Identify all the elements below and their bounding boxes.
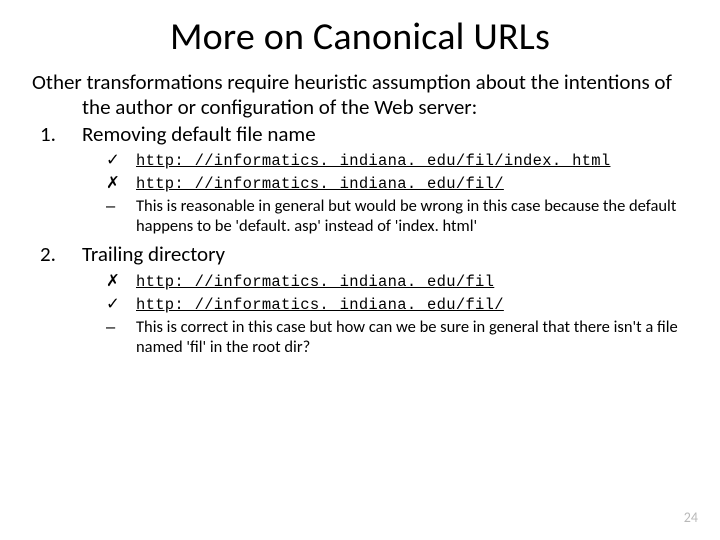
sub-list: ✓ http: //informatics. indiana. edu/fil/…	[32, 150, 688, 236]
item-heading: Trailing directory	[32, 242, 688, 267]
cross-icon: ✗	[106, 271, 128, 291]
sub-list: ✗ http: //informatics. indiana. edu/fil …	[32, 271, 688, 357]
check-icon: ✓	[106, 150, 128, 170]
main-list: Removing default file name ✓ http: //inf…	[32, 122, 688, 358]
url-text: http: //informatics. indiana. edu/fil/in…	[136, 152, 610, 170]
page-number: 24	[684, 509, 698, 526]
sub-item: ✗ http: //informatics. indiana. edu/fil	[106, 271, 688, 292]
cross-icon: ✗	[106, 173, 128, 193]
note-text: This is correct in this case but how can…	[136, 317, 678, 357]
sub-item: ✓ http: //informatics. indiana. edu/fil/	[106, 294, 688, 315]
url-text: http: //informatics. indiana. edu/fil	[136, 273, 494, 291]
item-heading: Removing default file name	[32, 122, 688, 147]
slide-title: More on Canonical URLs	[32, 14, 688, 60]
sub-item: – This is reasonable in general but woul…	[106, 196, 688, 236]
note-text: This is reasonable in general but would …	[136, 196, 676, 236]
dash-icon: –	[106, 317, 128, 337]
url-text: http: //informatics. indiana. edu/fil/	[136, 296, 504, 314]
dash-icon: –	[106, 196, 128, 216]
check-icon: ✓	[106, 294, 128, 314]
sub-item: – This is correct in this case but how c…	[106, 317, 688, 357]
intro-text: Other transformations require heuristic …	[32, 70, 688, 120]
slide: More on Canonical URLs Other transformat…	[0, 0, 720, 540]
sub-item: ✓ http: //informatics. indiana. edu/fil/…	[106, 150, 688, 171]
sub-item: ✗ http: //informatics. indiana. edu/fil/	[106, 173, 688, 194]
list-item: Removing default file name ✓ http: //inf…	[32, 122, 688, 237]
url-text: http: //informatics. indiana. edu/fil/	[136, 175, 504, 193]
list-item: Trailing directory ✗ http: //informatics…	[32, 242, 688, 357]
